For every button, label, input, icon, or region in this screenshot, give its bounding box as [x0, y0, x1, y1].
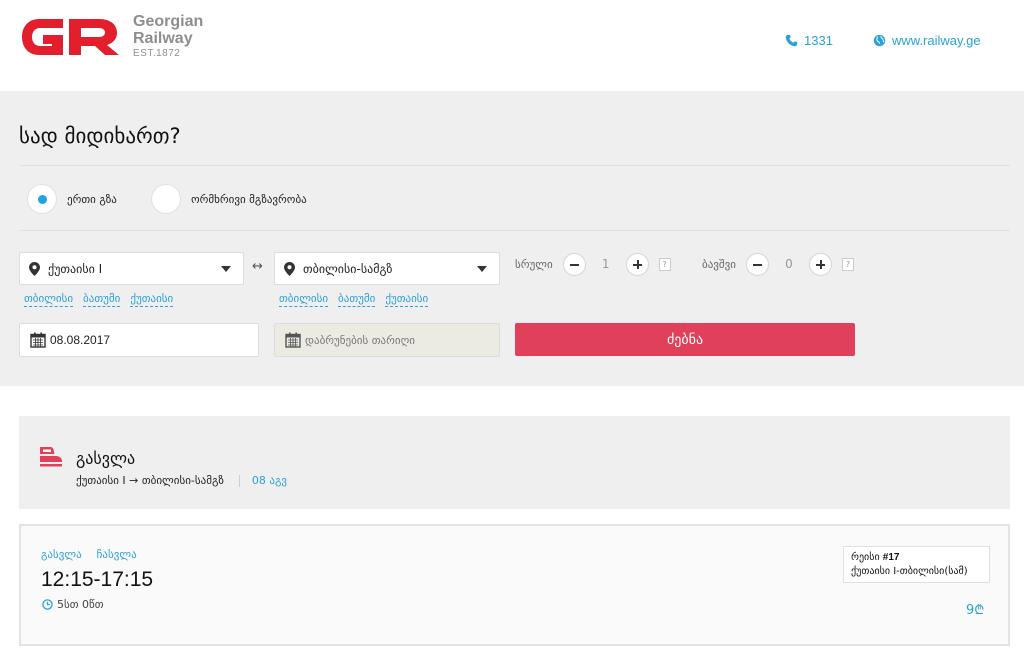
search-title: სად მიდიხართ? — [19, 124, 181, 148]
children-value: 0 — [785, 257, 793, 271]
departure-date-input[interactable]: 08.08.2017 — [19, 323, 259, 357]
round-trip-radio[interactable]: ორმხრივი მგზავრობა — [151, 184, 307, 214]
search-panel: სად მიდიხართ? ერთი გზა ორმხრივი მგზავრობ… — [0, 91, 1024, 386]
adults-value: 1 — [601, 257, 610, 271]
brand-established: EST.1872 — [133, 48, 181, 59]
divider — [19, 165, 1010, 166]
train-info-box: რეისი #17 ქუთაისი I-თბილისი(სამ) — [843, 546, 990, 583]
from-station-value: ქუთაისი I — [48, 261, 103, 276]
train-route: ქუთაისი I-თბილისი(სამ) — [851, 566, 968, 577]
radio-circle[interactable] — [151, 184, 181, 214]
divider — [238, 474, 240, 487]
to-quick-links: თბილისი ბათუმი ქუთაისი — [279, 292, 429, 307]
trip-column-labels: გასვლა ჩასვლა — [41, 548, 137, 561]
train-icon — [40, 447, 62, 467]
brand-line-1: Georgian — [133, 13, 204, 30]
children-increment-button[interactable] — [808, 252, 832, 276]
divider — [19, 230, 1010, 231]
return-date-input[interactable]: დაბრუნების თარიღი — [274, 323, 500, 357]
route-date: 08 აგვ — [251, 474, 287, 487]
one-way-radio[interactable]: ერთი გზა — [27, 184, 117, 214]
chevron-down-icon[interactable] — [221, 266, 231, 272]
to-station-value: თბილისი-სამგზ — [303, 261, 393, 276]
radio-circle-checked[interactable] — [27, 184, 57, 214]
adults-decrement-button[interactable] — [562, 252, 586, 276]
gr-logo-icon — [22, 19, 119, 55]
site-header: Georgian Railway EST.1872 1331 www.railw… — [0, 0, 1024, 91]
round-trip-label: ორმხრივი მგზავრობა — [191, 192, 307, 206]
quick-link[interactable]: ბათუმი — [338, 292, 376, 307]
help-icon[interactable]: ? — [841, 257, 854, 271]
to-station-select[interactable]: თბილისი-სამგზ — [274, 252, 500, 285]
return-date-placeholder: დაბრუნების თარიღი — [305, 333, 415, 347]
georgian-railway-logo[interactable]: Georgian Railway EST.1872 — [19, 13, 219, 65]
brand-text: Georgian Railway EST.1872 — [133, 13, 203, 61]
help-icon[interactable]: ? — [658, 257, 671, 271]
phone-link[interactable]: 1331 — [785, 33, 833, 48]
train-number: #17 — [882, 552, 900, 563]
trip-price[interactable]: 9₾ — [966, 600, 984, 618]
brand-line-2: Railway — [133, 30, 193, 47]
calendar-icon — [30, 332, 46, 348]
arrival-label: ჩასვლა — [96, 548, 137, 561]
website-link[interactable]: www.railway.ge — [873, 33, 981, 48]
calendar-icon — [285, 332, 301, 348]
quick-link[interactable]: თბილისი — [24, 292, 74, 307]
adults-increment-button[interactable] — [625, 252, 649, 276]
clock-icon — [42, 599, 53, 610]
children-label: ბავშვი — [702, 257, 736, 271]
departure-date-value: 08.08.2017 — [50, 333, 111, 347]
quick-link[interactable]: ქუთაისი — [385, 292, 429, 307]
trip-card[interactable]: გასვლა ჩასვლა 12:15-17:15 5სთ 0წთ რეისი … — [19, 524, 1010, 646]
location-pin-icon — [29, 261, 40, 276]
adults-label: სრული — [515, 257, 553, 271]
route-text: ქუთაისი I → თბილისი-სამგზ — [76, 474, 224, 487]
quick-link[interactable]: ქუთაისი — [130, 292, 174, 307]
quick-link[interactable]: თბილისი — [279, 292, 329, 307]
trip-duration: 5სთ 0წთ — [42, 598, 104, 611]
swap-stations-icon[interactable]: ↔ — [252, 259, 263, 274]
website-url: www.railway.ge — [892, 33, 981, 48]
train-prefix: რეისი — [851, 552, 883, 563]
adults-counter: სრული 1 ? — [515, 252, 671, 276]
train-number-line: რეისი #17 — [851, 551, 982, 565]
departure-title: გასვლა — [76, 449, 136, 468]
children-counter: ბავშვი 0 ? — [702, 252, 854, 276]
chevron-down-icon[interactable] — [477, 266, 487, 272]
globe-icon — [873, 34, 886, 47]
phone-icon — [785, 34, 798, 47]
children-decrement-button[interactable] — [745, 252, 769, 276]
departure-route-info: ქუთაისი I → თბილისი-სამგზ 08 აგვ — [76, 474, 287, 487]
from-quick-links: თბილისი ბათუმი ქუთაისი — [24, 292, 174, 307]
phone-number: 1331 — [804, 33, 833, 48]
search-button[interactable]: ძებნა — [515, 323, 855, 356]
trip-time: 12:15-17:15 — [41, 568, 154, 591]
quick-link[interactable]: ბათუმი — [83, 292, 121, 307]
one-way-label: ერთი გზა — [67, 192, 117, 206]
duration-value: 5სთ 0წთ — [57, 598, 104, 611]
departure-label: გასვლა — [41, 548, 82, 561]
from-station-select[interactable]: ქუთაისი I — [19, 252, 244, 285]
departure-section-header: გასვლა ქუთაისი I → თბილისი-სამგზ 08 აგვ — [19, 416, 1010, 509]
location-pin-icon — [284, 261, 295, 276]
